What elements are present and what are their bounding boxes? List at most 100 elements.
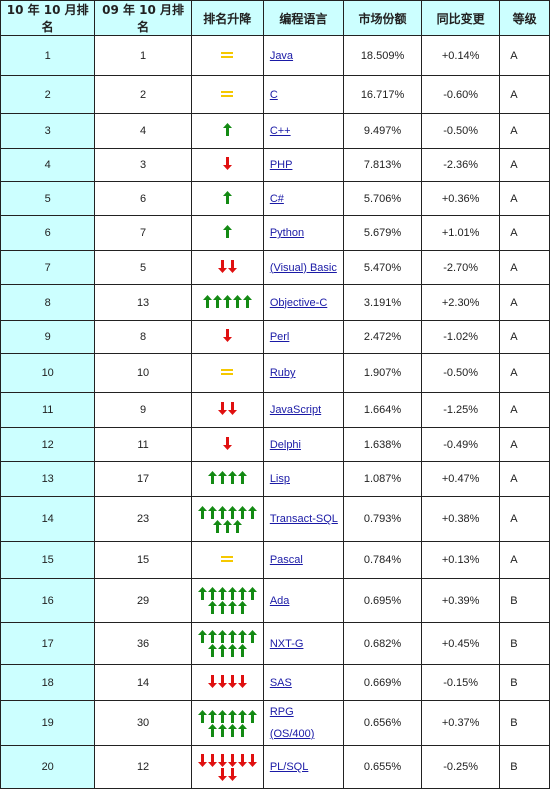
market-share: 5.470% xyxy=(342,250,423,285)
arrow-up-icon xyxy=(242,294,252,308)
arrow-up-icon xyxy=(227,630,237,643)
rank-2010: 2 xyxy=(0,75,96,114)
language-cell: C# xyxy=(262,181,344,216)
market-share: 0.655% xyxy=(342,745,423,789)
language-link[interactable]: Objective-C xyxy=(270,297,327,309)
language-link[interactable]: C# xyxy=(270,193,284,205)
yoy-change: +2.30% xyxy=(421,284,501,321)
table-row: 3 4 C++ 9.497% -0.50% A xyxy=(0,113,550,149)
language-link[interactable]: C xyxy=(270,89,278,101)
trend-arrows xyxy=(197,709,257,737)
yoy-change: +0.47% xyxy=(421,461,501,497)
arrow-up-icon xyxy=(207,601,217,614)
trend-arrows xyxy=(222,225,232,238)
market-share: 1.638% xyxy=(342,427,423,462)
language-cell: JavaScript xyxy=(262,392,344,428)
arrow-up-icon xyxy=(217,709,227,723)
rank-2009: 13 xyxy=(94,284,192,321)
arrow-up-icon xyxy=(237,723,247,737)
language-link[interactable]: C++ xyxy=(270,125,291,137)
arrow-up-icon xyxy=(222,519,232,533)
language-link[interactable]: Delphi xyxy=(270,439,301,451)
arrow-down-icon xyxy=(227,674,237,688)
rank-2010: 9 xyxy=(0,320,96,354)
language-link[interactable]: PHP xyxy=(270,159,293,171)
market-share: 0.695% xyxy=(342,578,423,623)
trend-arrows xyxy=(197,587,257,614)
market-share: 2.472% xyxy=(342,320,423,354)
trend-cell xyxy=(190,427,264,462)
grade: A xyxy=(499,35,550,76)
trend-cell xyxy=(190,215,264,251)
market-share: 9.497% xyxy=(342,113,423,149)
language-cell: PHP xyxy=(262,148,344,182)
language-link[interactable]: Ada xyxy=(270,595,290,607)
market-share: 0.656% xyxy=(342,700,423,746)
language-link[interactable]: Java xyxy=(270,50,293,62)
grade: B xyxy=(499,700,550,746)
grade: A xyxy=(499,496,550,542)
language-link[interactable]: SAS xyxy=(270,677,292,689)
market-share: 1.087% xyxy=(342,461,423,497)
language-link[interactable]: (Visual) Basic xyxy=(270,262,337,274)
trend-cell xyxy=(190,578,264,623)
rank-2010: 10 xyxy=(0,353,96,393)
language-link[interactable]: PL/SQL xyxy=(270,761,309,773)
grade: A xyxy=(499,284,550,321)
grade: A xyxy=(499,75,550,114)
table-row: 11 9 JavaScript 1.664% -1.25% A xyxy=(0,392,550,428)
language-link[interactable]: NXT-G xyxy=(270,638,304,650)
arrow-up-icon xyxy=(217,644,227,657)
rank-2010: 12 xyxy=(0,427,96,462)
yoy-change: +0.45% xyxy=(421,622,501,665)
trend-arrows xyxy=(207,674,247,688)
rank-2009: 5 xyxy=(94,250,192,285)
trend-arrows xyxy=(197,630,257,657)
trend-arrows xyxy=(222,436,232,450)
yoy-change: -2.36% xyxy=(421,148,501,182)
header-rank-2009: 09 年 10 月排名 xyxy=(94,0,192,36)
grade: A xyxy=(499,461,550,497)
language-link[interactable]: Lisp xyxy=(270,473,290,485)
arrow-down-icon xyxy=(207,753,217,767)
language-link[interactable]: Ruby xyxy=(270,367,296,379)
arrow-up-icon xyxy=(212,294,222,308)
grade: B xyxy=(499,664,550,701)
language-link[interactable]: RPG (OS/400) xyxy=(270,706,315,740)
arrow-up-icon xyxy=(207,644,217,657)
rank-2009: 11 xyxy=(94,427,192,462)
language-link[interactable]: Python xyxy=(270,227,304,239)
arrow-up-icon xyxy=(197,587,207,600)
grade: B xyxy=(499,578,550,623)
trend-cell xyxy=(190,700,264,746)
language-cell: (Visual) Basic xyxy=(262,250,344,285)
header-language: 编程语言 xyxy=(262,0,344,36)
grade: A xyxy=(499,427,550,462)
arrow-down-icon xyxy=(217,259,227,273)
equal-icon xyxy=(221,556,234,563)
header-trend: 排名升降 xyxy=(190,0,264,36)
language-link[interactable]: Perl xyxy=(270,331,290,343)
language-cell: Ada xyxy=(262,578,344,623)
arrow-up-icon xyxy=(212,519,222,533)
table-row: 13 17 Lisp 1.087% +0.47% A xyxy=(0,461,550,497)
yoy-change: +0.38% xyxy=(421,496,501,542)
language-cell: Ruby xyxy=(262,353,344,393)
language-link[interactable]: JavaScript xyxy=(270,404,321,416)
arrow-up-icon xyxy=(247,709,257,723)
arrow-up-icon xyxy=(247,587,257,600)
language-link[interactable]: Transact-SQL xyxy=(270,513,338,525)
arrow-up-icon xyxy=(222,123,232,136)
table-row: 18 14 SAS 0.669% -0.15% B xyxy=(0,664,550,701)
grade: A xyxy=(499,113,550,149)
arrow-up-icon xyxy=(227,587,237,600)
table-row: 4 3 PHP 7.813% -2.36% A xyxy=(0,148,550,182)
trend-arrows xyxy=(222,157,232,170)
grade: A xyxy=(499,353,550,393)
arrow-up-icon xyxy=(227,505,237,519)
arrow-up-icon xyxy=(237,587,247,600)
market-share: 18.509% xyxy=(342,35,423,76)
language-link[interactable]: Pascal xyxy=(270,554,303,566)
yoy-change: -0.50% xyxy=(421,353,501,393)
trend-cell xyxy=(190,353,264,393)
